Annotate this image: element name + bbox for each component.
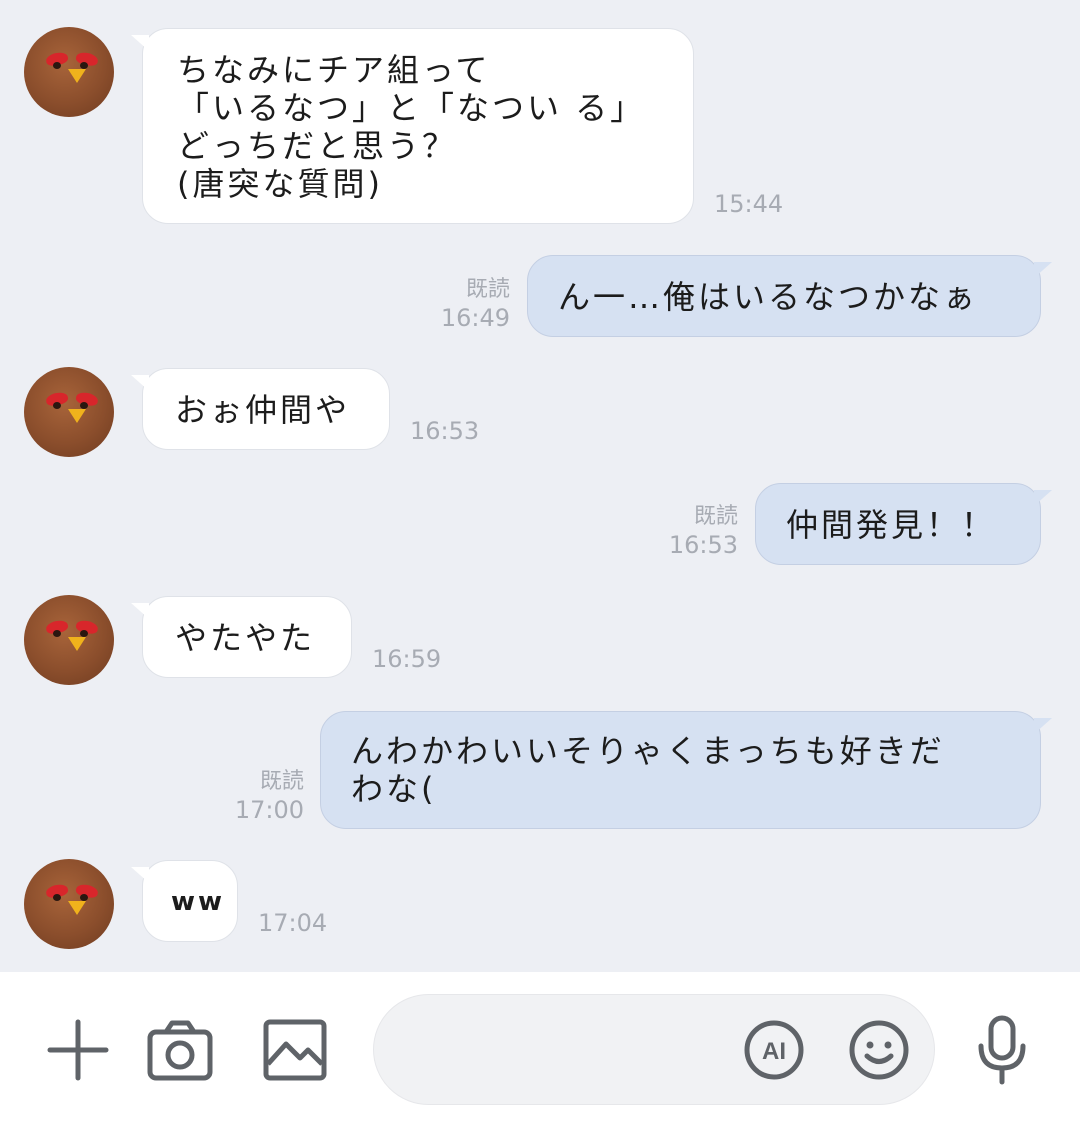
message-meta: 既読 17:00 xyxy=(232,768,304,824)
message-time: 16:53 xyxy=(410,417,480,445)
message-time: 16:53 xyxy=(668,531,738,559)
message-meta: 16:53 xyxy=(410,417,479,445)
incoming-bubble[interactable]: やたやた xyxy=(131,596,352,678)
incoming-bubble[interactable]: おぉ仲間や xyxy=(131,368,390,450)
outgoing-bubble[interactable]: 仲間発見！！ xyxy=(755,483,1052,565)
avatar[interactable] xyxy=(24,367,114,457)
ai-icon[interactable]: AI xyxy=(743,1019,805,1081)
read-receipt: 既読 xyxy=(693,504,738,529)
outgoing-bubble[interactable]: ん一…俺はいるなつかなぁ xyxy=(527,255,1052,337)
read-receipt: 既読 xyxy=(465,277,510,302)
plus-icon[interactable] xyxy=(46,1018,110,1082)
incoming-bubble[interactable]: ちなみにチア組って 「いるなつ」と「なつい る」 どっちだと思う？ (唐突な質問… xyxy=(131,28,694,224)
mic-icon[interactable] xyxy=(972,1014,1032,1086)
message-meta: 既読 16:53 xyxy=(668,503,738,559)
message-meta: 15:44 xyxy=(714,190,783,218)
message-time: 16:59 xyxy=(372,645,442,673)
message-meta: 17:04 xyxy=(258,909,327,937)
incoming-bubble[interactable]: ww xyxy=(131,860,238,942)
avatar[interactable] xyxy=(24,595,114,685)
emoji-icon[interactable] xyxy=(848,1019,910,1081)
message-time: 15:44 xyxy=(714,190,784,218)
message-time: 16:49 xyxy=(440,304,510,332)
outgoing-bubble[interactable]: んわかわいいそりゃくまっちも好きだ わな( xyxy=(320,711,1052,829)
composer-bar: AI xyxy=(0,972,1080,1125)
read-receipt: 既読 xyxy=(259,769,304,794)
camera-icon[interactable] xyxy=(146,1018,214,1082)
avatar[interactable] xyxy=(24,27,114,117)
ai-icon-label: AI xyxy=(762,1038,786,1065)
avatar[interactable] xyxy=(24,859,114,949)
message-time: 17:00 xyxy=(234,796,304,824)
image-icon[interactable] xyxy=(262,1018,328,1082)
message-meta: 既読 16:49 xyxy=(440,276,510,332)
chat-area: ちなみにチア組って 「いるなつ」と「なつい る」 どっちだと思う？ (唐突な質問… xyxy=(0,0,1080,972)
message-time: 17:04 xyxy=(258,909,328,937)
message-meta: 16:59 xyxy=(372,645,441,673)
